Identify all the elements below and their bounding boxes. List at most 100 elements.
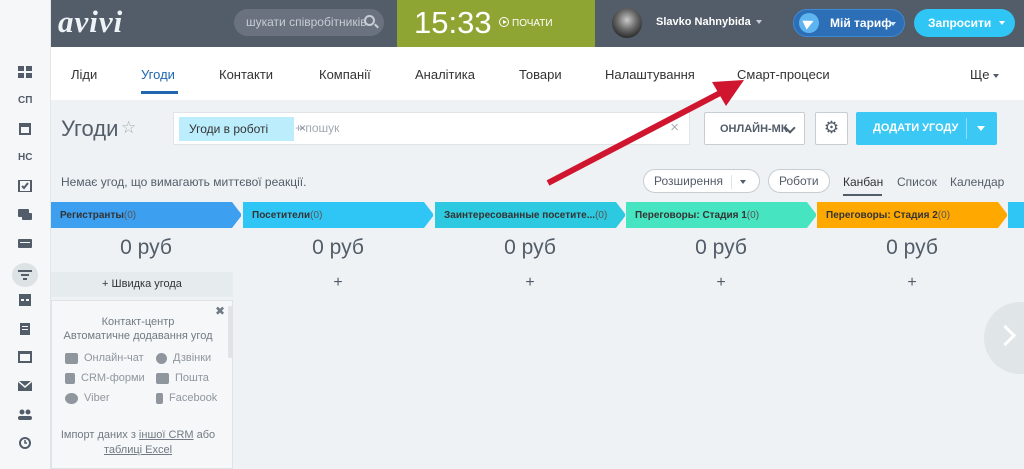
top-bar: avivi шукати співробітників 15:33 ПОЧАТИ… — [0, 0, 1024, 47]
column-header[interactable]: Переговоры: Стадия 1(0) — [626, 202, 816, 228]
tab-settings[interactable]: Налаштування — [605, 67, 695, 82]
channel-crm-forms[interactable]: CRM-форми — [65, 372, 145, 384]
add-deal-plus[interactable]: + — [817, 274, 1007, 292]
kanban-column: Заинтересованные посетите...(0) 0 руб + — [435, 202, 625, 469]
form-icon — [65, 372, 75, 384]
active-tab-underline — [141, 91, 178, 94]
kanban-column: Переговоры: Стадия 2(0) 0 руб + — [817, 202, 1007, 469]
facebook-icon — [156, 392, 163, 404]
scrollbar[interactable] — [228, 306, 233, 358]
channel-facebook[interactable]: Facebook — [156, 392, 217, 404]
tab-deals[interactable]: Угоди — [141, 67, 175, 82]
invite-button[interactable]: Запросити — [914, 9, 1015, 37]
filter-chip[interactable]: Угоди в роботі × — [179, 117, 306, 141]
channel-calls[interactable]: Дзвінки — [156, 352, 211, 364]
add-deal-plus[interactable]: + — [243, 274, 433, 292]
column-sum: 0 руб — [120, 236, 172, 259]
channel-label: CRM-форми — [81, 372, 145, 384]
search-input[interactable]: шукати співробітників — [234, 9, 384, 36]
drive-icon[interactable] — [18, 237, 32, 249]
tab-smart-processes[interactable]: Смарт-процеси — [737, 67, 830, 82]
column-count: (0) — [937, 210, 951, 221]
column-sum: 0 руб — [504, 236, 556, 259]
clear-icon[interactable]: × — [670, 119, 679, 136]
clock-time: 15:33 — [414, 5, 492, 40]
chevron-down-icon[interactable] — [730, 174, 749, 189]
tab-leads[interactable]: Ліди — [71, 67, 97, 82]
search-icon[interactable] — [364, 15, 375, 26]
tab-companies[interactable]: Компанії — [319, 67, 371, 82]
column-title: Заинтересованные посетите... — [444, 210, 596, 221]
notice-text: Немає угод, що вимагають миттєвої реакці… — [61, 175, 307, 189]
calendar-icon[interactable] — [18, 123, 32, 135]
pipeline-select[interactable]: ОНЛАЙН-МК — [704, 112, 805, 145]
tariff-button[interactable]: Мій тариф — [793, 9, 905, 37]
column-sum: 0 руб — [695, 236, 747, 259]
import-crm-link[interactable]: іншої CRM — [139, 429, 194, 441]
logo[interactable]: avivi — [58, 4, 123, 40]
column-count: (0) — [123, 210, 137, 221]
channel-mail[interactable]: Пошта — [156, 372, 209, 384]
tasks-icon[interactable] — [18, 179, 32, 193]
sidebar-item-ns[interactable]: НС — [18, 152, 32, 164]
column-header[interactable]: Посетители(0) — [243, 202, 433, 228]
tariff-label: Мій тариф — [830, 16, 892, 30]
start-label: ПОЧАТИ — [512, 18, 553, 29]
robots-button[interactable]: Роботи — [768, 169, 830, 193]
button-divider — [966, 118, 967, 139]
add-deal-plus[interactable]: + — [435, 274, 625, 292]
mail-icon[interactable] — [17, 380, 33, 392]
channel-label: Facebook — [169, 392, 218, 404]
extensions-button[interactable]: Розширення — [643, 169, 760, 193]
column-sum: 0 руб — [886, 236, 938, 259]
filter-search[interactable]: Угоди в роботі × + пошук × — [173, 112, 690, 145]
channel-label: Пошта — [175, 372, 209, 384]
tab-analytics[interactable]: Аналітика — [415, 67, 475, 82]
user-name[interactable]: Slavko Nahnybida — [656, 16, 762, 28]
apps-icon[interactable] — [18, 66, 32, 78]
phone-icon — [156, 352, 167, 364]
docs-icon[interactable] — [18, 323, 32, 335]
start-button[interactable]: ПОЧАТИ — [499, 16, 553, 29]
tab-contacts[interactable]: Контакти — [219, 67, 273, 82]
planner-icon[interactable] — [18, 294, 32, 306]
chat-icon[interactable] — [18, 209, 32, 221]
star-icon[interactable]: ☆ — [121, 118, 136, 138]
kanban-column: Посетители(0) 0 руб + — [243, 202, 433, 469]
clock-icon[interactable] — [18, 437, 32, 449]
column-header[interactable]: Заинтересованные посетите...(0) — [435, 202, 625, 228]
contact-center-title: Контакт-центр — [101, 316, 175, 328]
filter-placeholder: + пошук — [295, 121, 340, 135]
avatar[interactable] — [612, 8, 642, 38]
rocket-icon — [799, 13, 819, 33]
import-mid: або — [193, 429, 216, 441]
column-header[interactable]: Переговоры: Стадия 2(0) — [817, 202, 1007, 228]
add-deal-button[interactable]: ДОДАТИ УГОДУ — [856, 112, 997, 145]
tab-products[interactable]: Товари — [519, 67, 562, 82]
import-excel-link[interactable]: таблиці Excel — [104, 444, 172, 456]
window-icon[interactable] — [18, 351, 32, 363]
quick-deal-button[interactable]: + Швидка угода — [51, 272, 233, 297]
active-view-underline — [843, 194, 882, 196]
worktime-clock[interactable]: 15:33 ПОЧАТИ — [397, 0, 595, 47]
add-deal-plus[interactable]: + — [626, 274, 816, 292]
contact-center-subtitle: Автоматичне додавання угод — [63, 330, 213, 342]
view-kanban[interactable]: Канбан — [843, 175, 883, 189]
channel-online-chat[interactable]: Онлайн-чат — [65, 352, 144, 364]
group-icon[interactable] — [18, 408, 32, 420]
gear-icon[interactable]: ⚙ — [815, 112, 848, 145]
column-title: Переговоры: Стадия 2 — [826, 210, 938, 221]
column-header[interactable]: Регистранты(0) — [51, 202, 241, 228]
crm-funnel-icon[interactable] — [12, 263, 38, 287]
sidebar-item-sp[interactable]: СП — [18, 95, 32, 107]
column-count: (0) — [310, 210, 323, 221]
channel-viber[interactable]: Viber — [65, 392, 109, 404]
column-count: (0) — [595, 210, 608, 221]
chat-icon — [65, 352, 78, 364]
import-text: Імпорт даних з іншої CRM або таблиці Exce… — [52, 428, 224, 458]
mail-icon — [156, 372, 169, 384]
channel-label: Онлайн-чат — [84, 352, 144, 364]
tab-more[interactable]: Ще — [970, 67, 999, 82]
view-calendar[interactable]: Календар — [950, 175, 1004, 189]
view-list[interactable]: Список — [897, 175, 937, 189]
